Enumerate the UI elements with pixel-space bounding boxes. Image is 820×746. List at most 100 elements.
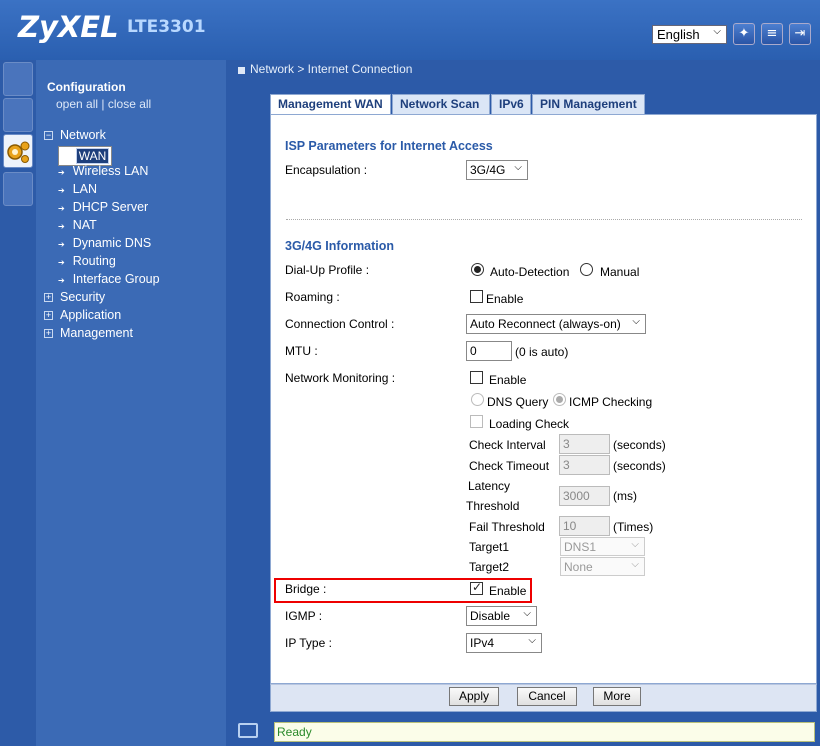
target1-select[interactable]: DNS1 ⌵	[560, 537, 645, 556]
section-divider	[286, 219, 802, 220]
encapsulation-value: 3G/4G	[470, 163, 506, 177]
logout-icon[interactable]: ⇥	[789, 23, 811, 45]
chevron-down-icon: ⌵	[528, 635, 536, 646]
nav-network[interactable]: − Network	[44, 128, 106, 142]
sidebar-item-dynamic-dns[interactable]: ➔ Dynamic DNS	[58, 236, 151, 250]
mtu-input[interactable]: 0	[466, 341, 512, 361]
chevron-down-icon: ⌵	[523, 608, 531, 619]
tab-pin-management[interactable]: PIN Management	[532, 94, 645, 114]
ip-type-select[interactable]: IPv4 ⌵	[466, 633, 542, 653]
encapsulation-select[interactable]: 3G/4G ⌵	[466, 160, 528, 180]
latency-unit: (ms)	[613, 489, 637, 503]
arrow-right-icon: ➔	[62, 153, 69, 162]
header-bar: ZyXEL LTE3301 English ⌵ ✦ ≡ ⇥	[0, 0, 820, 60]
status-bar: Ready	[226, 719, 820, 746]
tab-ipv6[interactable]: IPv6	[491, 94, 531, 114]
arrow-right-icon: ➔	[58, 222, 65, 231]
expand-icon: +	[44, 292, 53, 302]
check-timeout-input[interactable]: 3	[559, 455, 610, 475]
monitor-icon[interactable]	[3, 98, 33, 132]
dashboard-icon[interactable]	[3, 62, 33, 96]
igmp-select[interactable]: Disable ⌵	[466, 606, 537, 626]
chevron-down-icon: ⌵	[631, 559, 639, 570]
target2-label: Target2	[469, 560, 510, 574]
model-name: LTE3301	[127, 17, 206, 37]
sidebar-item-lan[interactable]: ➔ LAN	[58, 182, 97, 196]
maintenance-icon[interactable]	[3, 172, 33, 206]
sidebar-item-label: NAT	[72, 218, 97, 232]
language-value: English	[657, 27, 700, 42]
network-monitoring-enable-label: Enable	[489, 373, 527, 387]
bridge-enable-label: Enable	[489, 584, 527, 598]
sidebar-item-interface-group[interactable]: ➔ Interface Group	[58, 272, 160, 286]
close-all-link[interactable]: close all	[108, 97, 151, 111]
fail-threshold-input[interactable]: 10	[559, 516, 610, 536]
target2-select[interactable]: None ⌵	[560, 557, 645, 576]
breadcrumb-bar: Network > Internet Connection	[226, 60, 820, 80]
roaming-enable-checkbox[interactable]	[470, 290, 483, 303]
network-monitoring-checkbox[interactable]	[470, 371, 483, 384]
target2-value: None	[564, 560, 593, 574]
apply-button[interactable]: Apply	[449, 687, 499, 706]
connection-control-value: Auto Reconnect (always-on)	[470, 317, 621, 331]
message-icon	[238, 723, 258, 738]
collapse-icon: −	[44, 130, 53, 140]
icon-bar	[0, 60, 36, 746]
check-interval-unit: (seconds)	[613, 438, 666, 452]
notes-icon[interactable]: ≡	[761, 23, 783, 45]
arrow-right-icon: ➔	[58, 204, 65, 213]
roaming-enable-label: Enable	[486, 292, 524, 306]
bridge-enable-checkbox[interactable]	[470, 580, 483, 595]
more-button[interactable]: More	[593, 687, 641, 706]
connection-control-select[interactable]: Auto Reconnect (always-on) ⌵	[466, 314, 646, 334]
chevron-down-icon: ⌵	[632, 316, 640, 327]
wizard-icon[interactable]: ✦	[733, 23, 755, 45]
language-select[interactable]: English ⌵	[652, 25, 727, 44]
sidebar-item-routing[interactable]: ➔ Routing	[58, 254, 116, 268]
auto-detection-radio[interactable]	[471, 263, 484, 276]
latency-threshold-input[interactable]: 3000	[559, 486, 610, 506]
tab-management-wan[interactable]: Management WAN	[270, 94, 391, 116]
sidebar-item-nat[interactable]: ➔ NAT	[58, 218, 97, 232]
sidebar-item-dhcp-server[interactable]: ➔ DHCP Server	[58, 200, 148, 214]
info-section-title: 3G/4G Information	[285, 239, 395, 253]
sidebar-title: Configuration	[47, 80, 126, 94]
sidebar-item-wan[interactable]: ➔ WAN	[58, 146, 113, 166]
arrow-right-icon: ➔	[58, 276, 65, 285]
cancel-button[interactable]: Cancel	[517, 687, 577, 706]
open-all-link[interactable]: open all	[56, 97, 98, 111]
link-separator: |	[101, 97, 105, 111]
mtu-hint: (0 is auto)	[515, 345, 569, 359]
icmp-checking-radio[interactable]	[553, 393, 566, 406]
chevron-down-icon: ⌵	[631, 539, 639, 550]
button-bar: Apply Cancel More	[270, 684, 817, 712]
loading-check-label: Loading Check	[489, 417, 570, 431]
igmp-label: IGMP :	[285, 609, 323, 623]
loading-check-checkbox[interactable]	[470, 415, 483, 428]
ip-type-value: IPv4	[470, 636, 495, 650]
igmp-value: Disable	[470, 609, 511, 623]
tab-network-scan[interactable]: Network Scan	[392, 94, 490, 114]
sidebar-item-wireless-lan[interactable]: ➔ Wireless LAN	[58, 164, 148, 178]
check-interval-input[interactable]: 3	[559, 434, 610, 454]
configuration-gear-icon[interactable]	[3, 134, 33, 168]
network-monitoring-label: Network Monitoring :	[285, 371, 396, 385]
icmp-checking-label: ICMP Checking	[569, 395, 653, 409]
dns-query-radio[interactable]	[471, 393, 484, 406]
sidebar-item-label: Routing	[72, 254, 116, 268]
chevron-down-icon: ⌵	[713, 26, 721, 37]
nav-security[interactable]: + Security	[44, 290, 105, 304]
mtu-label: MTU :	[285, 344, 318, 358]
breadcrumb: Network > Internet Connection	[250, 62, 413, 76]
status-text: Ready	[274, 722, 815, 742]
nav-management[interactable]: + Management	[44, 326, 133, 340]
sidebar-item-label: Dynamic DNS	[72, 236, 152, 250]
open-close-links: open all | close all	[56, 97, 151, 111]
arrow-right-icon: ➔	[58, 168, 65, 177]
manual-radio[interactable]	[580, 263, 593, 276]
breadcrumb-icon	[238, 67, 245, 74]
check-interval-label: Check Interval	[469, 438, 546, 452]
nav-application[interactable]: + Application	[44, 308, 121, 322]
sidebar-item-label: Wireless LAN	[72, 164, 149, 178]
check-timeout-unit: (seconds)	[613, 459, 666, 473]
